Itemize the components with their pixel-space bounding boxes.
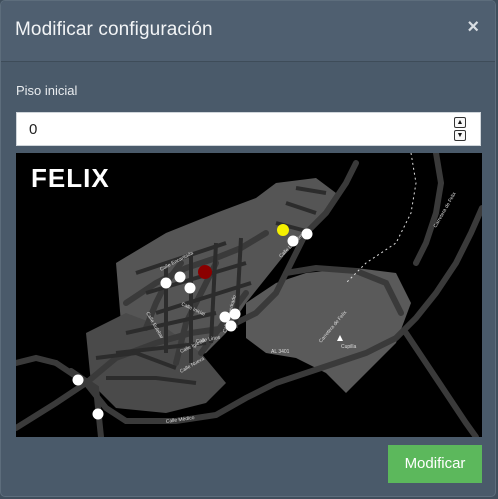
white-marker[interactable]: [225, 320, 237, 332]
street-label: AL 3401: [271, 349, 290, 355]
white-marker[interactable]: [72, 374, 84, 386]
street-label: Calle Médico: [165, 415, 195, 425]
street-map: Calle Encantada Calle La Palma Calle Ini…: [16, 153, 482, 437]
floor-stepper[interactable]: ▲ ▼: [454, 117, 468, 143]
white-marker[interactable]: [301, 228, 313, 240]
map-view[interactable]: Calle Encantada Calle La Palma Calle Ini…: [16, 153, 482, 437]
white-marker[interactable]: [229, 308, 241, 320]
floor-number-field[interactable]: ▲ ▼: [16, 112, 481, 146]
red-marker[interactable]: [198, 265, 212, 279]
map-title: FELIX: [31, 163, 110, 193]
modal-title: Modificar configuración: [15, 19, 213, 40]
floor-input[interactable]: [17, 113, 471, 145]
white-marker[interactable]: [287, 235, 299, 247]
street-label: Cupilla: [341, 344, 357, 350]
white-marker[interactable]: [174, 271, 186, 283]
white-marker[interactable]: [219, 311, 231, 323]
modify-button[interactable]: Modificar: [388, 445, 482, 483]
modal-header: Modificar configuración ×: [1, 1, 495, 62]
white-marker[interactable]: [184, 282, 196, 294]
close-icon[interactable]: ×: [467, 15, 479, 39]
config-modal: Modificar configuración × Piso inicial ▲…: [0, 0, 496, 497]
boundary-line: [345, 153, 417, 284]
floor-label: Piso inicial: [16, 83, 78, 98]
stepper-down-icon[interactable]: ▼: [454, 130, 466, 141]
stepper-up-icon[interactable]: ▲: [454, 117, 466, 128]
yellow-marker[interactable]: [277, 224, 289, 236]
white-marker[interactable]: [160, 277, 172, 289]
white-marker[interactable]: [92, 408, 104, 420]
